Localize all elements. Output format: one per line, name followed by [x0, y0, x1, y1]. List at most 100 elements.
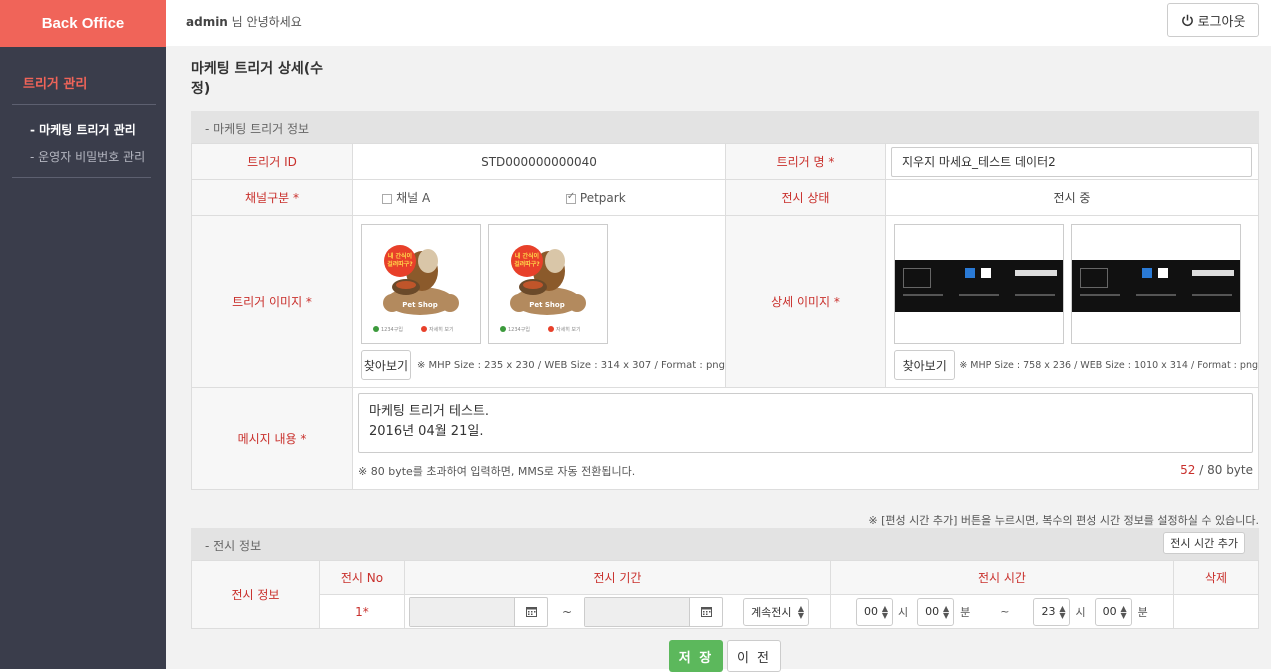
channel-a-checkbox[interactable]: 채널 A — [382, 189, 502, 206]
add-display-time-button[interactable]: 전시 시간 추가 — [1163, 532, 1245, 554]
detail-image-thumb-2[interactable] — [1070, 224, 1241, 344]
trigger-id-label: 트리거 ID — [191, 143, 353, 180]
username: admin — [186, 15, 228, 29]
trigger-name-input[interactable]: 지우지 마세요_테스트 데이터2 — [891, 146, 1252, 177]
start-hour-value: 00 — [864, 605, 878, 618]
detail-image-browse-button[interactable]: 찾아보기 — [894, 350, 956, 380]
logout-button[interactable]: 로그아웃 — [1167, 3, 1259, 37]
pet-shop-image: 내 간식이 걸려따구? Pet Shop 1234구입 자세히 보기 — [499, 245, 586, 333]
sidebar-section-title[interactable]: 트리거 관리 — [12, 73, 156, 92]
start-date-field[interactable] — [409, 596, 548, 627]
greeting-text: 님 안녕하세요 — [227, 15, 302, 29]
trigger-image-note: ※ MHP Size : 235 x 230 / WEB Size : 314 … — [416, 359, 725, 371]
image-footer-1: 1234구입 — [508, 326, 530, 333]
message-line-1: 마케팅 트리거 테스트. — [369, 404, 490, 419]
message-textarea[interactable]: 마케팅 트리거 테스트. 2016년 04월 21일. — [358, 393, 1253, 453]
sidebar: Back Office 트리거 관리 - 마케팅 트리거 관리 - 운영자 비밀… — [0, 0, 166, 669]
pet-shop-text: Pet Shop — [402, 301, 438, 309]
main-content: 마케팅 트리거 상세(수정) - 마케팅 트리거 정보 트리거 ID STD00… — [166, 46, 1271, 672]
channel-petpark-checkbox[interactable]: Petpark — [565, 191, 696, 205]
image-footer-1: 1234구입 — [381, 326, 403, 333]
end-hour-select[interactable]: 23 ▲ ▼ — [1033, 597, 1071, 626]
svg-text:내 간식이: 내 간식이 — [388, 252, 412, 260]
trigger-info-table: 트리거 ID STD000000000040 트리거 명 * 지우지 마세요_테… — [191, 143, 1259, 490]
calendar-icon[interactable] — [515, 598, 547, 626]
sidebar-item-marketing-trigger[interactable]: - 마케팅 트리거 관리 — [30, 121, 166, 138]
end-hour-value: 23 — [1041, 605, 1056, 618]
app-logo[interactable]: Back Office — [0, 0, 166, 47]
top-header: admin 님 안녕하세요 로그아웃 — [166, 0, 1271, 46]
image-footer-2: 자세히 보기 — [556, 326, 581, 333]
col-delete: 삭제 — [1173, 560, 1259, 595]
spinner-icon: ▲ ▼ — [797, 603, 805, 620]
detail-image-label: 상세 이미지 * — [725, 215, 886, 388]
byte-max: / 80 byte — [1195, 463, 1253, 477]
checkbox-icon — [382, 193, 393, 204]
image-footer-2: 자세히 보기 — [429, 326, 454, 333]
display-help-text: ※ [편성 시간 추가] 버튼을 누르시면, 복수의 편성 시간 정보를 설정하… — [868, 514, 1259, 527]
svg-text:걸려따구?: 걸려따구? — [514, 260, 540, 268]
message-line-2: 2016년 04월 21일. — [369, 424, 484, 439]
display-info-table: 전시 정보 전시 No 전시 기간 전시 시간 삭제 1* ~ 계속전시 ▲ ▼… — [191, 560, 1259, 629]
start-minute-select[interactable]: 00 ▲ ▼ — [917, 597, 955, 626]
col-display-time: 전시 시간 — [830, 560, 1174, 595]
byte-count: 52 — [1180, 463, 1196, 477]
detail-image-note: ※ MHP Size : 758 x 236 / WEB Size : 1010… — [959, 359, 1258, 371]
channel-label: 채널구분 * — [191, 179, 353, 216]
sidebar-item-password[interactable]: - 운영자 비밀번호 관리 — [30, 148, 166, 165]
channel-a-label: 채널 A — [396, 191, 431, 205]
sidebar-section: 트리거 관리 — [12, 73, 156, 105]
period-tilde: ~ — [562, 604, 573, 619]
continuous-display-select[interactable]: 계속전시 ▲ ▼ — [743, 597, 810, 626]
trigger-image-browse-button[interactable]: 찾아보기 — [361, 350, 411, 380]
end-minute-unit: 분 — [1137, 605, 1148, 619]
display-status-label: 전시 상태 — [725, 179, 886, 216]
trigger-image-thumb-2[interactable]: 내 간식이 걸려따구? Pet Shop 1234구입 자세히 보기 — [487, 224, 608, 344]
sidebar-submenu: - 마케팅 트리거 관리 - 운영자 비밀번호 관리 — [0, 105, 166, 165]
calendar-icon[interactable] — [690, 598, 722, 626]
logout-label: 로그아웃 — [1197, 14, 1246, 30]
end-minute-select[interactable]: 00 ▲ ▼ — [1094, 597, 1132, 626]
save-button[interactable]: 저 장 — [669, 640, 723, 672]
end-minute-value: 00 — [1102, 605, 1117, 618]
channel-petpark-label: Petpark — [579, 191, 626, 205]
pet-shop-text: Pet Shop — [529, 301, 565, 309]
time-tilde: ~ — [1000, 605, 1010, 618]
trigger-id-value: STD000000000040 — [352, 143, 726, 180]
display-info-panel: - 전시 정보 전시 시간 추가 전시 정보 전시 No 전시 기간 전시 시간… — [191, 528, 1259, 629]
trigger-info-panel: - 마케팅 트리거 정보 트리거 ID STD000000000040 트리거 … — [191, 111, 1259, 490]
trigger-name-label: 트리거 명 * — [725, 143, 886, 180]
trigger-name-value: 지우지 마세요_테스트 데이터2 — [902, 155, 1056, 169]
end-date-field[interactable] — [584, 596, 724, 627]
delete-cell — [1173, 594, 1259, 629]
start-hour-select[interactable]: 00 ▲ ▼ — [856, 597, 893, 626]
continuous-display-value: 계속전시 — [751, 605, 792, 619]
spinner-icon: ▲ ▼ — [881, 603, 888, 620]
start-hour-unit: 시 — [898, 605, 909, 619]
svg-text:내 간식이: 내 간식이 — [515, 252, 539, 260]
start-minute-value: 00 — [925, 605, 940, 618]
power-icon — [1181, 14, 1193, 26]
byte-counter: 52 / 80 byte — [1180, 463, 1253, 477]
end-hour-unit: 시 — [1075, 605, 1086, 619]
detail-banner-image — [1071, 260, 1240, 312]
pet-shop-image: 내 간식이 걸려따구? Pet Shop 1234구입 자세히 보기 — [373, 245, 459, 333]
detail-image-thumb-1[interactable] — [894, 224, 1064, 344]
sidebar-divider — [12, 177, 151, 178]
display-status-value: 전시 중 — [885, 179, 1259, 216]
checkbox-checked-icon — [565, 191, 576, 204]
spinner-icon: ▲ ▼ — [942, 603, 950, 620]
message-label: 메시지 내용 * — [191, 387, 353, 490]
trigger-image-thumb-1[interactable]: 내 간식이 걸려따구? Pet Shop 1234구입 자세히 보기 — [361, 224, 481, 344]
spinner-icon: ▲ ▼ — [1120, 603, 1127, 620]
col-display-no: 전시 No — [319, 560, 405, 595]
spinner-icon: ▲ ▼ — [1059, 603, 1066, 620]
page-title: 마케팅 트리거 상세(수정) — [191, 58, 332, 114]
trigger-image-label: 트리거 이미지 * — [191, 215, 353, 388]
prev-button[interactable]: 이 전 — [727, 640, 781, 672]
display-info-section-title: - 전시 정보 — [205, 539, 262, 553]
display-info-row-label: 전시 정보 — [191, 560, 320, 629]
detail-banner-image — [895, 260, 1063, 312]
greeting: admin 님 안녕하세요 — [186, 13, 302, 30]
col-display-period: 전시 기간 — [404, 560, 831, 595]
